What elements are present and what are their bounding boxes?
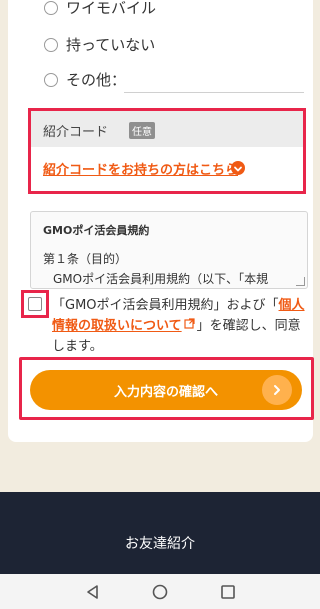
consent-text: 「GMOポイ活会員利用規約」および「個人情報の取扱いについて 」を確認し、同意しま… xyxy=(52,296,306,357)
terms-body: GMOポイ活会員利用規約（以下、「本規 xyxy=(53,272,269,286)
terms-article: 第１条（目的） xyxy=(43,252,128,266)
consent-checkbox[interactable] xyxy=(28,297,42,311)
confirm-button[interactable]: 入力内容の確認へ xyxy=(30,370,302,410)
footer: お友達紹介 xyxy=(0,492,320,574)
consent-text-pre: 「GMOポイ活会員利用規約」および「 xyxy=(52,298,279,313)
referral-section: 紹介コード 任意 紹介コードをお持ちの方はこちら xyxy=(28,108,306,194)
radio-button[interactable] xyxy=(44,37,58,52)
radio-label: 持っていない xyxy=(66,36,156,54)
radio-button[interactable] xyxy=(44,0,58,15)
radio-button[interactable] xyxy=(44,72,58,87)
home-icon[interactable] xyxy=(150,582,170,602)
confirm-button-highlight: 入力内容の確認へ xyxy=(19,357,314,420)
radio-option-other[interactable]: その他： xyxy=(44,69,126,90)
radio-label: ワイモバイル xyxy=(66,0,157,17)
radio-label: その他： xyxy=(66,71,127,89)
referral-label: 紹介コード xyxy=(43,125,109,140)
resize-handle[interactable] xyxy=(296,277,305,286)
chevron-down-icon[interactable] xyxy=(231,161,245,175)
referral-header: 紹介コード 任意 xyxy=(31,111,303,147)
radio-option-none[interactable]: 持っていない xyxy=(44,34,155,55)
optional-badge: 任意 xyxy=(129,122,155,139)
recents-icon[interactable] xyxy=(218,582,238,602)
radio-option-ymobile[interactable]: ワイモバイル xyxy=(44,0,156,18)
terms-textarea[interactable]: GMOポイ活会員規約 第１条（目的） GMOポイ活会員利用規約（以下、「本規 xyxy=(30,211,308,289)
other-text-input[interactable] xyxy=(124,92,304,93)
consent-checkbox-highlight xyxy=(21,290,49,318)
footer-friend-referral-link[interactable]: お友達紹介 xyxy=(0,533,320,553)
chevron-right-icon xyxy=(262,375,292,405)
terms-title: GMOポイ活会員規約 xyxy=(43,224,150,237)
form-card: ワイモバイル 持っていない その他： 紹介コード 任意 紹介コードをお持ちの方は… xyxy=(8,0,314,442)
external-link-icon xyxy=(184,316,195,336)
referral-code-link[interactable]: 紹介コードをお持ちの方はこちら xyxy=(43,159,238,178)
android-nav-bar xyxy=(0,574,320,609)
back-icon[interactable] xyxy=(83,582,103,602)
